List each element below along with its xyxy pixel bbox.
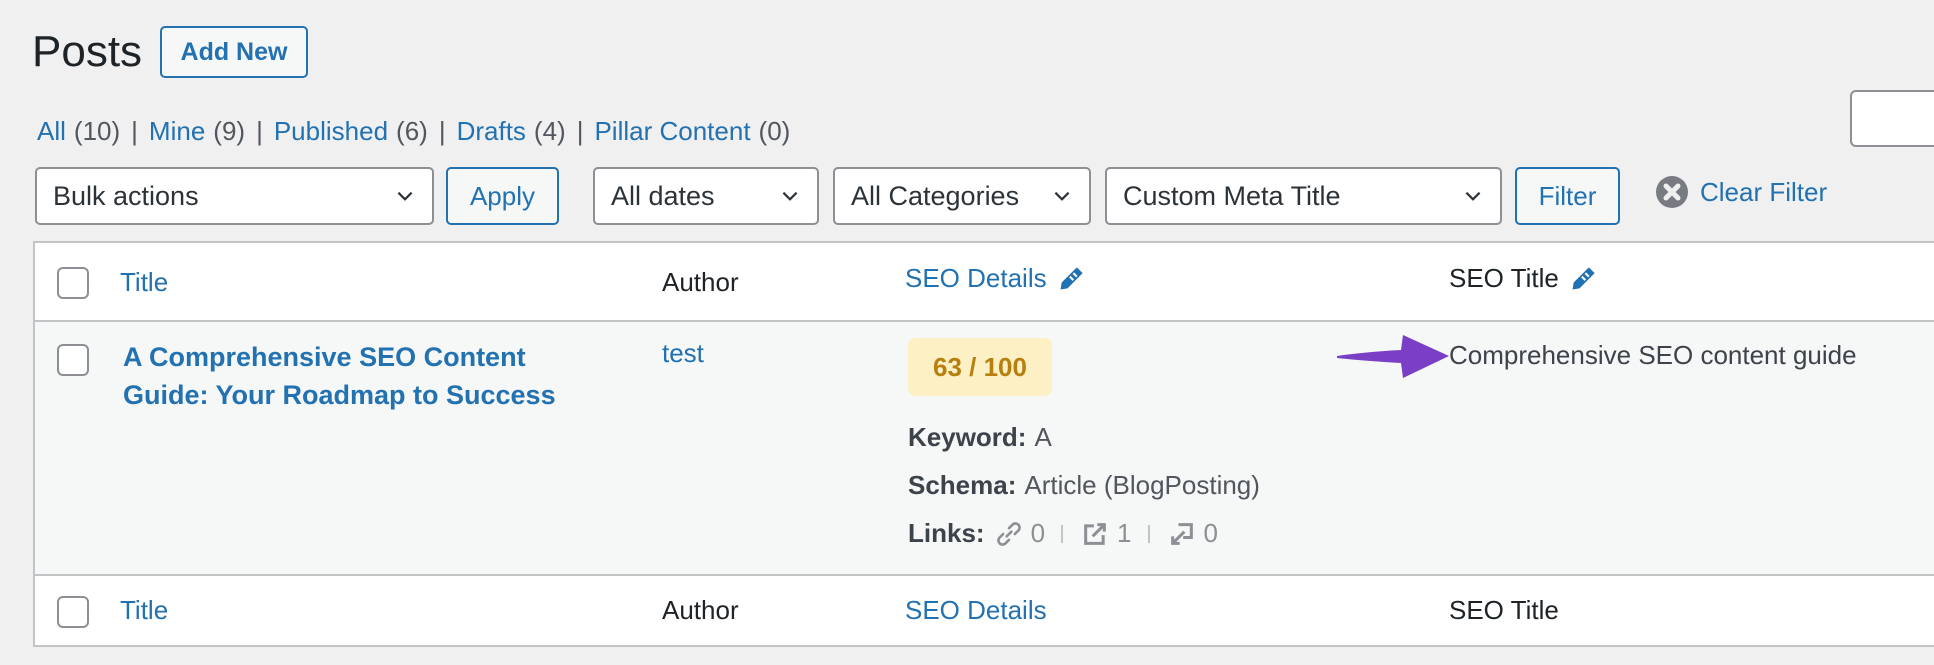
chevron-down-icon [1054,191,1070,201]
table-header-row: Title Author SEO Details SEO Title [35,243,1934,322]
select-all-checkbox-footer[interactable] [57,596,89,628]
page-title: Posts [32,27,143,76]
footer-title-sort-link[interactable]: Title [120,595,168,626]
table-footer-row: Title Author SEO Details SEO Title [35,576,1934,645]
external-link-icon [1084,522,1106,545]
column-author-header: Author [662,267,739,297]
status-drafts-link[interactable]: Drafts [457,114,526,148]
footer-seo-details-link[interactable]: SEO Details [905,595,1047,626]
pencil-edit-icon[interactable] [1057,265,1085,293]
status-published-count: (6) [396,116,428,146]
keyword-label: Keyword: [908,422,1027,452]
seo-filter-value: Custom Meta Title [1123,180,1341,211]
separator: | [576,116,584,146]
seo-title-value: Comprehensive SEO content guide [1449,340,1857,370]
dates-value: All dates [611,180,715,211]
column-title-sort-link[interactable]: Title [120,267,168,298]
incoming-link-icon [1170,522,1193,545]
separator: | [256,116,263,146]
keyword-detail: Keyword: A [908,422,1052,453]
filter-button[interactable]: Filter [1515,167,1620,225]
bulk-actions-select[interactable]: Bulk actions [35,167,434,225]
seo-filter-select[interactable]: Custom Meta Title [1105,167,1502,225]
posts-table: Title Author SEO Details SEO Title A Com… [33,241,1934,647]
links-label: Links: [908,518,985,548]
clear-filter-link[interactable]: Clear Filter [1656,176,1827,208]
clear-filter-label: Clear Filter [1700,176,1828,207]
status-mine-link[interactable]: Mine [149,114,205,148]
schema-detail: Schema: Article (BlogPosting) [908,470,1260,501]
dates-select[interactable]: All dates [593,167,819,225]
categories-value: All Categories [851,180,1020,211]
separator: | [131,116,138,146]
add-new-button[interactable]: Add New [160,26,308,78]
table-row: A Comprehensive SEO Content Guide: Your … [35,322,1934,576]
row-select-checkbox[interactable] [57,344,89,376]
chevron-down-icon [1465,191,1481,201]
seo-score-badge: 63 / 100 [908,338,1052,396]
status-all-count: (10) [73,116,121,146]
divider [1147,524,1150,543]
divider [1061,524,1064,543]
post-title-link[interactable]: A Comprehensive SEO Content Guide: Your … [123,338,603,414]
categories-select[interactable]: All Categories [833,167,1091,225]
status-pillar-content-count: (0) [758,116,791,146]
status-drafts-count: (4) [533,116,566,146]
annotation-arrow-icon [1337,335,1449,378]
schema-label: Schema: [908,470,1017,500]
footer-seo-title-header: SEO Title [1449,595,1559,625]
separator: | [438,116,446,146]
bulk-actions-value: Bulk actions [53,180,199,211]
footer-author-header: Author [662,595,739,625]
clear-circle-x-icon [1656,176,1688,208]
internal-links-count: 0 [1030,518,1046,548]
column-seo-title-header: SEO Title [1449,263,1597,294]
apply-button[interactable]: Apply [446,167,559,225]
status-published-link[interactable]: Published [274,114,388,148]
post-status-filters: All (10) | Mine (9) | Published (6) | Dr… [37,114,790,148]
column-seo-details-header: SEO Details [905,263,1085,294]
chevron-down-icon [397,191,413,201]
schema-value: Article (BlogPosting) [1024,470,1260,500]
status-all-link[interactable]: All [37,114,66,148]
keyword-value: A [1034,422,1052,452]
column-seo-title-label: SEO Title [1449,263,1559,293]
internal-link-chain-icon [996,521,1021,546]
select-all-checkbox[interactable] [57,267,89,299]
chevron-down-icon [782,191,798,201]
author-link[interactable]: test [662,338,704,369]
external-links-count: 1 [1117,518,1132,548]
status-pillar-content-link[interactable]: Pillar Content [594,114,750,148]
links-detail: Links: 0 1 0 [908,518,1218,549]
search-posts-input[interactable] [1850,90,1934,147]
status-mine-count: (9) [213,116,246,146]
incoming-links-count: 0 [1203,518,1218,548]
column-seo-details-link[interactable]: SEO Details [905,263,1047,294]
pencil-edit-icon[interactable] [1569,265,1597,293]
